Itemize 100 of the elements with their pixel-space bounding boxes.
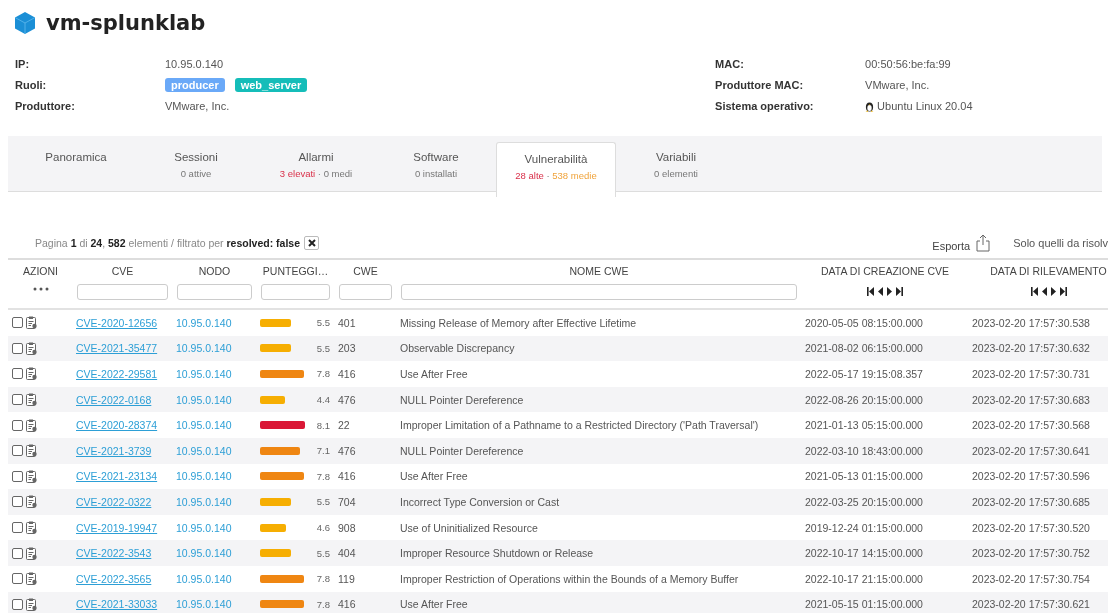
row-checkbox[interactable] (12, 598, 23, 610)
score-value: 7.8 (315, 598, 330, 610)
role-tag: producer (165, 78, 225, 92)
close-icon[interactable] (307, 239, 316, 247)
table-cell: 2022-03-10 18:43:00.000 (805, 444, 923, 457)
table-cell: 2021-08-02 06:15:00.000 (805, 342, 923, 355)
cve-link[interactable]: CVE-2022-3565 (76, 572, 152, 585)
table-cell: 416 (338, 368, 356, 380)
score-value: 7.8 (315, 470, 330, 482)
node-link[interactable]: 10.95.0.140 (176, 598, 232, 611)
table-cell: 401 (338, 316, 356, 329)
filter-field[interactable] (401, 284, 797, 300)
cve-link[interactable]: CVE-2022-0168 (76, 393, 152, 406)
node-link[interactable]: 10.95.0.140 (176, 572, 232, 585)
clear-filter-button[interactable] (304, 236, 320, 250)
clipboard-icon[interactable] (26, 418, 37, 432)
row-checkbox[interactable] (12, 368, 23, 380)
clipboard-icon[interactable] (26, 316, 37, 330)
node-link[interactable]: 10.95.0.140 (176, 444, 232, 457)
first-page-icon[interactable] (1030, 287, 1038, 296)
node-link[interactable]: 10.95.0.140 (176, 393, 232, 406)
column-header[interactable]: NODO (198, 265, 231, 277)
filter-field[interactable] (177, 284, 252, 300)
role-tag: web_server (234, 78, 308, 92)
cve-link[interactable]: CVE-2021-33033 (76, 598, 158, 611)
cve-link[interactable]: CVE-2020-28374 (76, 419, 158, 432)
node-link[interactable]: 10.95.0.140 (176, 368, 232, 380)
last-page-icon[interactable] (1059, 287, 1067, 296)
last-page-icon[interactable] (896, 287, 903, 296)
node-link[interactable]: 10.95.0.140 (176, 495, 232, 508)
clipboard-icon[interactable] (26, 521, 37, 535)
clipboard-icon[interactable] (26, 597, 37, 611)
cve-link[interactable]: CVE-2021-23134 (76, 470, 158, 483)
node-link[interactable]: 10.95.0.140 (176, 470, 232, 483)
row-checkbox[interactable] (12, 342, 23, 354)
cube-icon (14, 11, 36, 35)
clipboard-icon[interactable] (26, 444, 37, 458)
row-checkbox[interactable] (12, 547, 23, 559)
previous-icon[interactable] (878, 287, 883, 296)
tab[interactable]: Allarmi 3 elevati · 0 medi (256, 136, 376, 192)
next-icon[interactable] (1050, 287, 1056, 296)
row-checkbox[interactable] (12, 445, 23, 457)
export-icon[interactable] (975, 234, 992, 252)
row-checkbox[interactable] (12, 419, 23, 431)
column-header[interactable]: CVE (111, 265, 134, 277)
clipboard-icon[interactable] (26, 341, 37, 355)
column-header[interactable]: DATA DI RILEVAMENTO (990, 265, 1107, 277)
row-checkbox[interactable] (12, 496, 23, 508)
column-header[interactable]: PUNTEGGI… (262, 265, 329, 277)
cve-link[interactable]: CVE-2020-12656 (76, 316, 158, 329)
cve-link[interactable]: CVE-2021-3739 (76, 444, 152, 457)
row-checkbox[interactable] (12, 394, 23, 406)
first-page-icon[interactable] (867, 287, 874, 296)
tab[interactable]: Variabili 0 elementi (616, 136, 736, 192)
score-value: 7.8 (315, 573, 330, 585)
more-icon[interactable] (32, 287, 49, 291)
previous-icon[interactable] (1041, 287, 1047, 296)
tab[interactable]: Sessioni 0 attive (136, 136, 256, 192)
node-link[interactable]: 10.95.0.140 (176, 419, 232, 432)
row-checkbox[interactable] (12, 522, 23, 534)
clipboard-icon[interactable] (26, 495, 37, 509)
table-cell: 203 (338, 342, 356, 355)
cve-link[interactable]: CVE-2022-3543 (76, 547, 152, 560)
filter-field[interactable] (77, 284, 168, 300)
column-header[interactable]: AZIONI (23, 265, 58, 277)
cve-link[interactable]: CVE-2019-19947 (76, 521, 158, 534)
column-header[interactable]: NOME CWE (569, 265, 629, 277)
node-link[interactable]: 10.95.0.140 (176, 342, 232, 355)
node-link[interactable]: 10.95.0.140 (176, 316, 232, 329)
table-cell: 2022-03-25 20:15:00.000 (805, 495, 923, 508)
clipboard-icon[interactable] (26, 572, 37, 586)
filter-toggle-label[interactable]: Solo quelli da risolv (1013, 237, 1108, 249)
cve-link[interactable]: CVE-2021-35477 (76, 342, 158, 355)
filter-field[interactable] (339, 284, 392, 300)
tab[interactable]: Software 0 installati (376, 136, 496, 192)
column-header[interactable]: CWE (353, 265, 378, 277)
table-cell: 2022-08-26 20:15:00.000 (805, 393, 923, 406)
next-icon[interactable] (887, 287, 892, 296)
node-link[interactable]: 10.95.0.140 (176, 547, 232, 560)
table-cell: 2023-02-20 17:57:30.683 (972, 393, 1090, 406)
row-checkbox[interactable] (12, 470, 23, 482)
column-header[interactable]: DATA DI CREAZIONE CVE (821, 265, 949, 277)
cve-link[interactable]: CVE-2022-0322 (76, 495, 152, 508)
field-value: VMware, Inc. (865, 79, 930, 91)
filter-field[interactable] (261, 284, 330, 300)
field-label: MAC: (715, 58, 745, 70)
node-link[interactable]: 10.95.0.140 (176, 521, 232, 534)
score-value: 5.5 (315, 317, 330, 329)
tab[interactable]: Vulnerabilità 28 alte · 538 medie (496, 142, 616, 197)
row-checkbox[interactable] (12, 573, 23, 585)
tab[interactable]: Panoramica (16, 136, 136, 192)
clipboard-icon[interactable] (26, 546, 37, 560)
export-button[interactable]: Esporta (932, 234, 992, 252)
clipboard-icon[interactable] (26, 469, 37, 483)
clipboard-icon[interactable] (26, 367, 37, 381)
row-checkbox[interactable] (12, 317, 23, 329)
table-cell: Observable Discrepancy (400, 342, 515, 355)
clipboard-icon[interactable] (26, 393, 37, 407)
table-cell: Improper Resource Shutdown or Release (400, 547, 594, 560)
cve-link[interactable]: CVE-2022-29581 (76, 368, 158, 380)
